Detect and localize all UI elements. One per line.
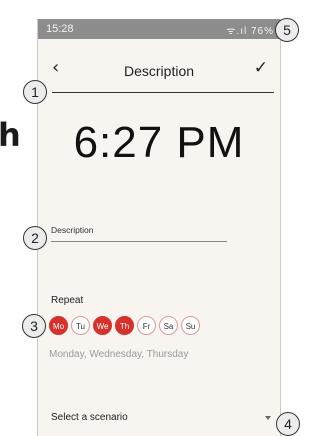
status-icons: ᯤ.ıl 76%: [226, 26, 274, 37]
page-title: Description: [123, 63, 195, 79]
callout-5: 5: [275, 18, 299, 42]
caret-down-icon: [265, 416, 271, 420]
background-letter: h: [0, 116, 21, 154]
description-input[interactable]: [51, 229, 227, 242]
phone-screen: 15:28 ᯤ.ıl 76% ‹ Description ✓ 6:27 PM D…: [37, 19, 281, 436]
alarm-time-display[interactable]: 6:27 PM: [38, 118, 280, 168]
scenario-selected-text: Select a scenario: [51, 412, 128, 423]
header-divider: [52, 92, 274, 93]
callout-1: 1: [23, 80, 47, 104]
day-toggle-friday[interactable]: Fr: [137, 316, 156, 335]
day-toggle-wednesday[interactable]: We: [93, 316, 112, 335]
status-bar: 15:28 ᯤ.ıl 76%: [38, 19, 280, 39]
status-time: 15:28: [46, 23, 74, 35]
day-toggle-sunday[interactable]: Su: [181, 316, 200, 335]
callout-3: 3: [22, 314, 46, 338]
callout-4: 4: [276, 412, 300, 436]
scenario-dropdown[interactable]: Select a scenario: [51, 411, 273, 425]
day-toggle-saturday[interactable]: Sa: [159, 316, 178, 335]
day-toggle-tuesday[interactable]: Tu: [71, 316, 90, 335]
day-toggle-monday[interactable]: Mo: [49, 316, 68, 335]
top-bar: ‹ Description ✓: [38, 39, 280, 91]
confirm-check-button[interactable]: ✓: [254, 58, 268, 78]
callout-2: 2: [23, 226, 47, 250]
repeat-summary: Monday, Wednesday, Thursday: [49, 349, 189, 360]
repeat-label: Repeat: [51, 295, 84, 306]
day-toggle-thursday[interactable]: Th: [115, 316, 134, 335]
